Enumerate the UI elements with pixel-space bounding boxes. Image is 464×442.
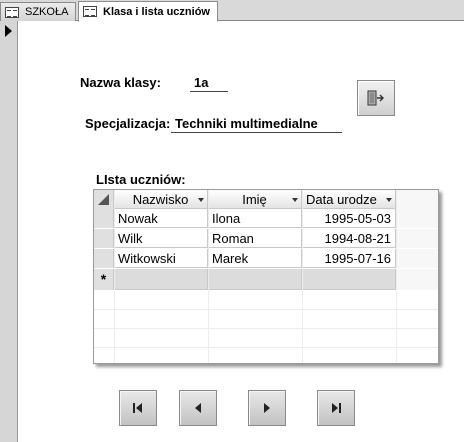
previous-record-icon: [195, 403, 201, 413]
previous-record-button[interactable]: [179, 390, 217, 426]
select-all-icon: [98, 194, 109, 205]
document-tab-strip: SZKOŁA Klasa i lista uczniów: [0, 0, 464, 22]
cell-nazwisko[interactable]: Witkowski: [114, 249, 208, 268]
column-header-label: Nazwisko: [132, 192, 189, 207]
exit-form-button[interactable]: [357, 80, 395, 116]
empty-grid-vline: [208, 190, 209, 363]
form-icon: [83, 6, 97, 17]
empty-grid-line: [94, 329, 438, 348]
empty-grid-line: [94, 310, 438, 329]
first-record-button[interactable]: [119, 390, 157, 426]
cell-imie[interactable]: Roman: [208, 229, 302, 248]
header-filler: [396, 190, 438, 209]
new-cell-nazwisko[interactable]: [114, 269, 208, 290]
students-datasheet[interactable]: Nazwisko Imię Data urodze Nowak Ilona 19…: [93, 189, 439, 364]
row-selector[interactable]: [94, 229, 114, 248]
cell-data-urodzenia[interactable]: 1994-08-21: [302, 229, 396, 248]
empty-grid-vline: [396, 190, 397, 363]
empty-grid-vline: [302, 190, 303, 363]
row-filler: [396, 209, 438, 228]
students-list-label: LIsta uczniów:: [96, 172, 186, 187]
row-selector[interactable]: [94, 249, 114, 268]
specialization-field[interactable]: Techniki multimedialne: [171, 116, 342, 133]
column-header-label: Imię: [242, 192, 267, 207]
first-record-icon: [133, 403, 142, 413]
tab-klasa-i-lista-uczniow[interactable]: Klasa i lista uczniów: [78, 1, 218, 22]
new-cell-imie[interactable]: [208, 269, 302, 290]
row-filler: [396, 269, 438, 290]
empty-grid-vline: [114, 190, 115, 363]
table-row[interactable]: Nowak Ilona 1995-05-03: [94, 209, 438, 228]
last-record-button[interactable]: [317, 390, 355, 426]
row-selector[interactable]: [94, 209, 114, 228]
class-name-label: Nazwa klasy:: [80, 75, 161, 90]
chevron-down-icon[interactable]: [386, 198, 392, 202]
row-filler: [396, 229, 438, 248]
cell-data-urodzenia[interactable]: 1995-07-16: [302, 249, 396, 268]
form-icon: [5, 6, 19, 18]
column-header-data[interactable]: Data urodze: [302, 190, 396, 209]
chevron-down-icon[interactable]: [198, 198, 204, 202]
cell-imie[interactable]: Marek: [208, 249, 302, 268]
table-row[interactable]: Wilk Roman 1994-08-21: [94, 229, 438, 248]
last-record-icon: [332, 403, 341, 413]
new-cell-data-urodzenia[interactable]: [302, 269, 396, 290]
empty-grid-line: [94, 291, 438, 310]
tab-label: Klasa i lista uczniów: [103, 5, 210, 18]
new-record-row[interactable]: *: [94, 269, 438, 290]
record-selector-bar[interactable]: [0, 21, 18, 442]
column-header-imie[interactable]: Imię: [208, 190, 302, 209]
tab-szkola[interactable]: SZKOŁA: [0, 2, 76, 21]
chevron-down-icon[interactable]: [292, 198, 298, 202]
select-all-corner[interactable]: [94, 190, 114, 209]
cell-imie[interactable]: Ilona: [208, 209, 302, 228]
exit-door-icon: [367, 90, 384, 106]
cell-nazwisko[interactable]: Wilk: [114, 229, 208, 248]
next-record-icon: [264, 403, 270, 413]
cell-nazwisko[interactable]: Nowak: [114, 209, 208, 228]
class-name-field[interactable]: 1a: [190, 75, 228, 92]
specialization-label: Specjalizacja:: [85, 116, 171, 131]
column-header-label: Data urodze: [306, 192, 377, 207]
current-record-arrow-icon: [5, 25, 12, 37]
column-header-nazwisko[interactable]: Nazwisko: [114, 190, 208, 209]
new-record-marker: *: [94, 269, 114, 290]
next-record-button[interactable]: [248, 390, 286, 426]
datasheet-header: Nazwisko Imię Data urodze: [94, 190, 438, 209]
cell-data-urodzenia[interactable]: 1995-05-03: [302, 209, 396, 228]
table-row[interactable]: Witkowski Marek 1995-07-16: [94, 249, 438, 268]
row-filler: [396, 249, 438, 268]
tab-label: SZKOŁA: [25, 6, 69, 18]
